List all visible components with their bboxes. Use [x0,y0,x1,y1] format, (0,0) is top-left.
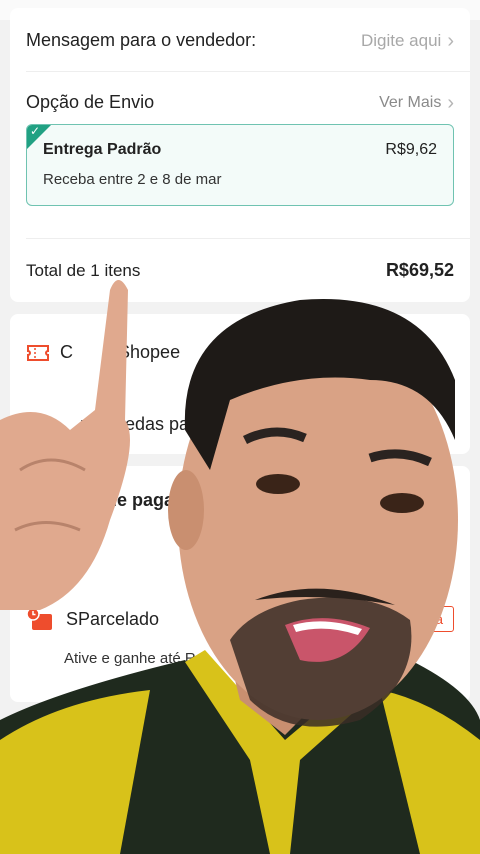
order-total-value: R$69,52 [385,260,454,280]
calendar-card-icon [26,607,52,630]
ticket-icon [27,344,49,361]
payment-title: de paga [106,490,175,510]
sparcelado-subtitle: Ative e ganhe até R [64,650,196,667]
shipping-option-eta: Receba entre 2 e 8 de mar [43,171,222,188]
coins-label: m moedas pa [80,414,190,434]
sparcelado-activate-button[interactable]: ora [411,606,454,632]
shipping-title: Opção de Envio [26,92,155,112]
shipping-option-price: R$9,62 [385,141,437,158]
payment-selected-check-icon[interactable]: ✓ [432,544,454,566]
seller-message-input[interactable]: Digite aqui [361,31,441,51]
seller-message-row[interactable]: Mensagem para o vendedor: Digite aqui › [26,30,454,51]
eyebrow-right [368,449,432,467]
shipping-option-selected[interactable]: ✓ Entrega Padrão R$9,62 Receba entre 2 e… [26,124,454,206]
discounts-card: C n Shopee m moedas pa [10,314,470,454]
shirt-yellow-left [0,690,150,854]
coins-row[interactable]: m moedas pa [80,414,189,435]
check-icon: ✓ [30,124,41,138]
payment-title-row[interactable]: de paga [106,490,174,511]
shipping-header: Opção de Envio Ver Mais › [26,92,454,113]
sparcelado-name: SParcelado [66,608,160,629]
coupon-row[interactable]: C n Shopee [26,342,180,363]
payment-card: de paga › ix ✓ SParcelado Ative e ganhe … [10,466,470,702]
divider [26,71,470,72]
chevron-right-icon: › [447,29,454,52]
chevron-right-icon: › [447,91,454,114]
order-total-label: Total de 1 itens [26,260,141,280]
payment-method-row[interactable]: ix [80,546,92,564]
chevron-right-icon: › [447,487,454,509]
shirt-yellow-right [380,690,480,854]
coupon-label: C n Shopee [60,342,181,362]
order-card: Mensagem para o vendedor: Digite aqui › … [10,8,470,302]
see-more-link[interactable]: Ver Mais › [379,93,454,113]
sparcelado-row[interactable]: SParcelado [26,606,159,632]
divider [26,238,470,239]
see-more-label: Ver Mais [379,93,442,111]
shipping-option-name: Entrega Padrão [43,141,162,158]
order-total-row: Total de 1 itens R$69,52 [26,260,454,281]
seller-message-label: Mensagem para o vendedor: [26,30,257,50]
payment-method-label: ix [80,546,92,563]
